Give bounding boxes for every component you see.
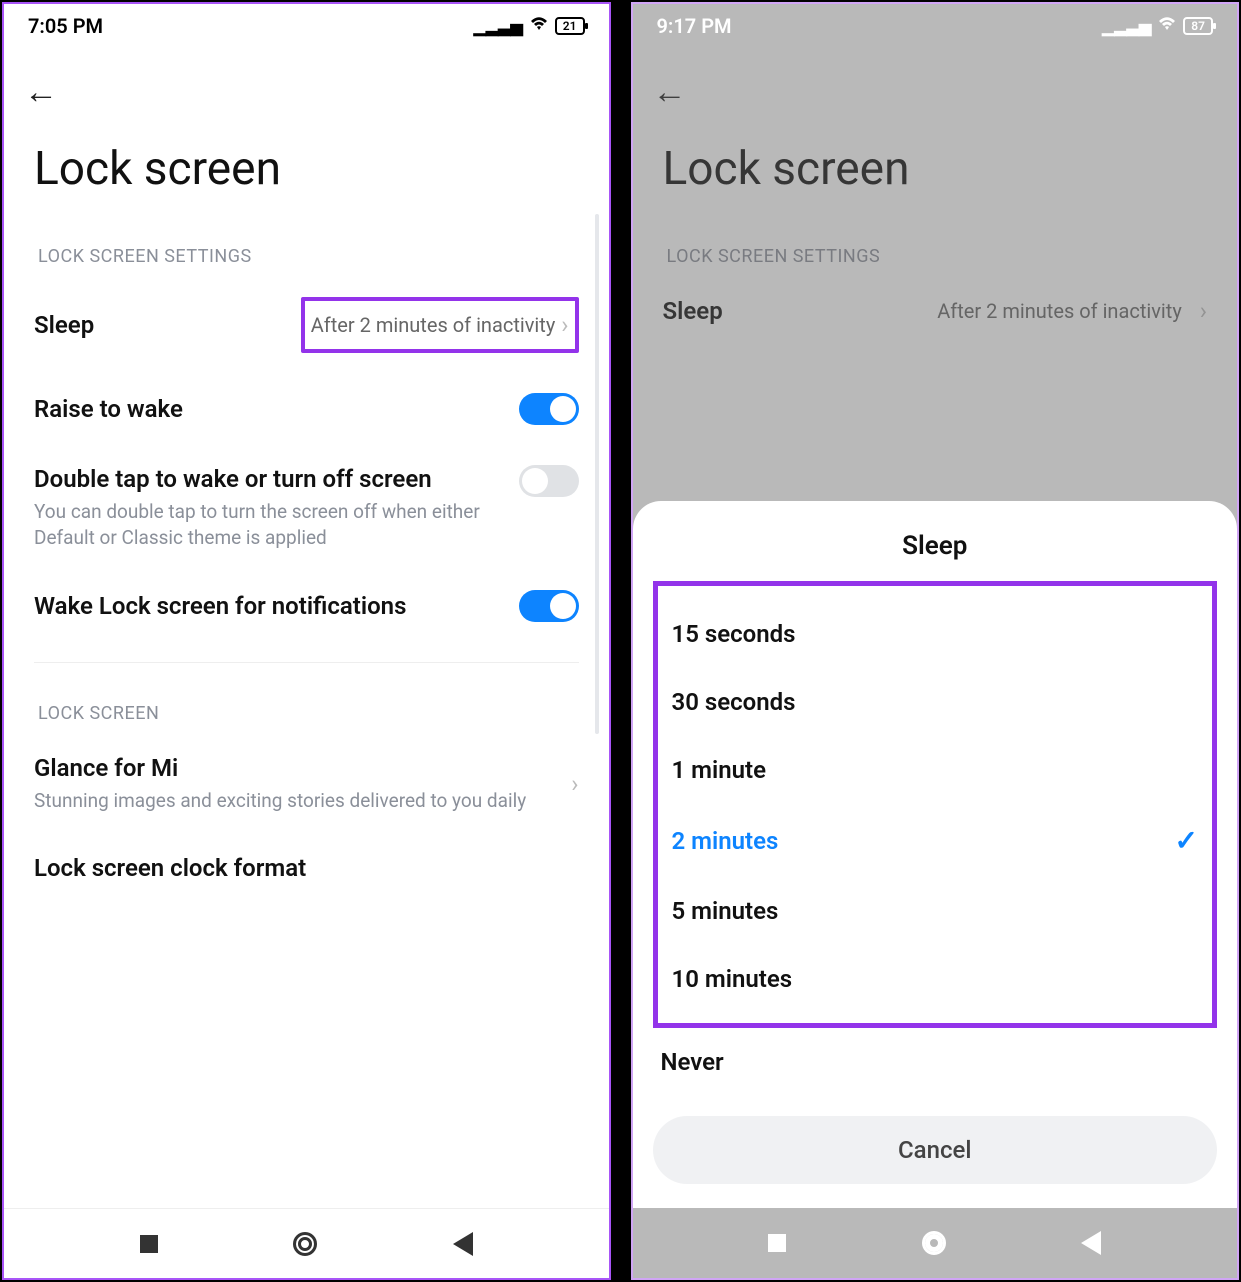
- phone-right: 9:17 PM ▁▂▃▅ 87 ← Lock screen LOCK SCREE…: [631, 2, 1240, 1280]
- row-wakelock-label: Wake Lock screen for notifications: [34, 592, 507, 620]
- divider: [34, 662, 579, 663]
- toggle-raise[interactable]: [519, 393, 579, 425]
- wifi-icon: [1157, 16, 1177, 36]
- option-15s[interactable]: 15 seconds: [664, 600, 1207, 668]
- page-title: Lock screen: [633, 122, 1238, 226]
- nav-back-icon[interactable]: [453, 1232, 473, 1256]
- battery-icon: 21: [555, 17, 585, 35]
- option-30s[interactable]: 30 seconds: [664, 668, 1207, 736]
- toggle-doubletap[interactable]: [519, 465, 579, 497]
- nav-bar: [633, 1208, 1238, 1278]
- back-row: ←: [4, 42, 609, 122]
- row-sleep[interactable]: Sleep After 2 minutes of inactivity ›: [633, 277, 1238, 345]
- chevron-right-icon: ›: [1200, 297, 1207, 325]
- nav-home-icon[interactable]: [922, 1231, 946, 1255]
- section-header-settings: LOCK SCREEN SETTINGS: [4, 226, 609, 277]
- status-icons: ▁▂▃▅ 21: [474, 16, 585, 36]
- scrollbar[interactable]: [595, 214, 599, 734]
- status-bar: 9:17 PM ▁▂▃▅ 87: [633, 4, 1238, 42]
- row-raise-label: Raise to wake: [34, 395, 507, 423]
- check-icon: ✓: [1175, 824, 1198, 857]
- row-glance-label: Glance for Mi: [34, 754, 553, 782]
- row-sleep[interactable]: Sleep After 2 minutes of inactivity ›: [4, 277, 609, 373]
- status-bar: 7:05 PM ▁▂▃▅ 21: [4, 4, 609, 42]
- chevron-right-icon: ›: [571, 770, 578, 798]
- row-glance[interactable]: Glance for Mi Stunning images and exciti…: [4, 734, 609, 834]
- page-title: Lock screen: [4, 122, 609, 226]
- row-doubletap-label: Double tap to wake or turn off screen: [34, 465, 507, 493]
- row-glance-sub: Stunning images and exciting stories del…: [34, 788, 553, 814]
- battery-icon: 87: [1183, 17, 1213, 35]
- sleep-sheet: Sleep 15 seconds 30 seconds 1 minute 2 m…: [633, 501, 1238, 1208]
- row-sleep-label: Sleep: [34, 311, 289, 339]
- nav-recent-icon[interactable]: [140, 1235, 158, 1253]
- highlight-options: 15 seconds 30 seconds 1 minute 2 minutes…: [653, 581, 1218, 1028]
- row-sleep-label: Sleep: [663, 297, 926, 325]
- cancel-button[interactable]: Cancel: [653, 1116, 1218, 1184]
- back-row: ←: [633, 42, 1238, 122]
- signal-icon: ▁▂▃▅: [1102, 17, 1151, 36]
- back-icon[interactable]: ←: [24, 72, 58, 112]
- status-time: 9:17 PM: [657, 14, 732, 38]
- row-doubletap-sub: You can double tap to turn the screen of…: [34, 499, 507, 550]
- row-wakelock[interactable]: Wake Lock screen for notifications: [4, 570, 609, 642]
- nav-home-icon[interactable]: [293, 1232, 317, 1256]
- option-2m[interactable]: 2 minutes ✓: [664, 804, 1207, 877]
- section-header-settings: LOCK SCREEN SETTINGS: [633, 226, 1238, 277]
- option-5m[interactable]: 5 minutes: [664, 877, 1207, 945]
- row-clockformat-label: Lock screen clock format: [34, 854, 579, 882]
- nav-back-icon[interactable]: [1081, 1231, 1101, 1255]
- option-1m[interactable]: 1 minute: [664, 736, 1207, 804]
- row-clockformat[interactable]: Lock screen clock format: [4, 834, 609, 902]
- nav-bar: [4, 1208, 609, 1278]
- sheet-title: Sleep: [653, 531, 1218, 561]
- row-raise[interactable]: Raise to wake: [4, 373, 609, 445]
- row-doubletap[interactable]: Double tap to wake or turn off screen Yo…: [4, 445, 609, 570]
- signal-icon: ▁▂▃▅: [474, 17, 523, 36]
- phone-left: 7:05 PM ▁▂▃▅ 21 ← Lock screen LOCK SCREE…: [2, 2, 611, 1280]
- nav-recent-icon[interactable]: [768, 1234, 786, 1252]
- chevron-right-icon: ›: [561, 311, 568, 339]
- highlight-sleep-value: After 2 minutes of inactivity ›: [301, 297, 579, 353]
- option-10m[interactable]: 10 minutes: [664, 945, 1207, 1013]
- toggle-wakelock[interactable]: [519, 590, 579, 622]
- section-header-lockscreen: LOCK SCREEN: [4, 683, 609, 734]
- row-sleep-value: After 2 minutes of inactivity: [937, 299, 1182, 323]
- option-never[interactable]: Never: [653, 1028, 1218, 1096]
- status-icons: ▁▂▃▅ 87: [1102, 16, 1213, 36]
- row-sleep-value: After 2 minutes of inactivity: [311, 313, 556, 337]
- status-time: 7:05 PM: [28, 14, 103, 38]
- wifi-icon: [529, 16, 549, 36]
- back-icon[interactable]: ←: [653, 72, 687, 112]
